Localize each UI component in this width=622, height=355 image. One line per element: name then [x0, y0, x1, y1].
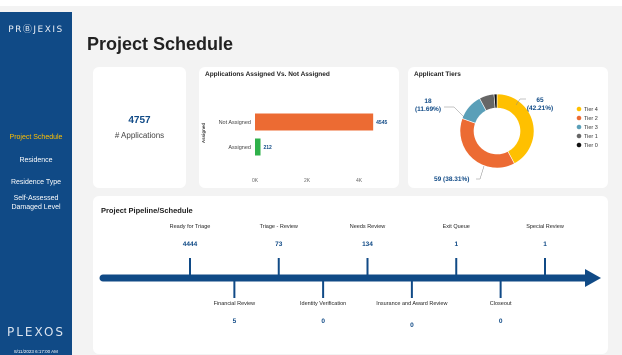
donut-data-label: 59 (38.31%): [434, 176, 469, 183]
plexos-logo: PLEXOS: [6, 325, 66, 339]
donut-data-label: (42.21%): [527, 105, 553, 112]
legend-marker: [576, 115, 582, 121]
legend-label: Tier 3: [584, 125, 598, 131]
leader-line: [444, 106, 465, 118]
stage-name: Triage - Review: [260, 224, 298, 230]
bar-y-axis-label: Assigned: [201, 123, 206, 144]
stage-count: 1: [454, 241, 458, 248]
nav-item-self-assessed-damaged-level[interactable]: Self-Assessed Damaged Level: [0, 194, 72, 212]
stage-name: Closeout: [490, 301, 512, 307]
donut-data-label: 65: [536, 97, 544, 104]
bar: [255, 113, 374, 131]
stage-count: 1: [543, 241, 547, 248]
stage-count: 73: [275, 241, 283, 248]
legend-label: Tier 0: [584, 143, 598, 149]
legend-marker: [576, 142, 582, 148]
stage-count: 0: [410, 322, 414, 329]
stage-name: Special Review: [526, 224, 564, 230]
stage-name: Identity Verification: [300, 301, 346, 307]
stage-count: 5: [233, 318, 237, 325]
bar-value-label: 212: [264, 145, 273, 151]
donut-data-label: 18: [424, 98, 432, 105]
pipeline-card: Project Pipeline/Schedule Ready for Tria…: [93, 196, 608, 354]
stage-count: 4444: [183, 241, 198, 248]
sidebar: PRⒷJEXIS Project Schedule Residence Resi…: [0, 12, 72, 355]
nav-item-project-schedule[interactable]: Project Schedule: [0, 133, 72, 142]
applications-label: # Applications: [114, 131, 165, 140]
app-frame: PRⒷJEXIS Project Schedule Residence Resi…: [0, 0, 622, 355]
bar-chart-card: Applications Assigned Vs. Not Assigned A…: [199, 67, 399, 188]
page-title: Project Schedule: [87, 34, 234, 54]
donut-data-label: (11.69%): [415, 106, 441, 113]
legend-marker: [576, 133, 582, 139]
bar-x-tick-label: 4K: [356, 178, 363, 184]
stage-name: Insurance and Award Review: [376, 301, 447, 307]
bar-value-label: 4545: [376, 120, 387, 126]
bar: [255, 138, 261, 156]
stage-count: 134: [362, 241, 373, 248]
bar-x-tick-label: 0K: [252, 178, 259, 184]
refresh-timestamp: 8/11/2023 6:17:00 AM: [14, 349, 58, 354]
stage-name: Financial Review: [214, 301, 256, 307]
donut-chart-card: Applicant Tiers 65 (42.21%) 59 (38.31%) 18(…: [408, 67, 608, 188]
donut-chart: 65(42.21%) 59 (38.31%) 18(11.69%) Tier 4 Tie…: [415, 93, 598, 183]
bar-category-label: Not Assigned: [219, 120, 251, 126]
legend-label: Tier 1: [584, 134, 598, 140]
stage-count: 0: [321, 318, 325, 325]
bar-x-tick-label: 2K: [304, 178, 311, 184]
nav-item-residence-type[interactable]: Residence Type: [0, 178, 72, 187]
nav-item-residence[interactable]: Residence: [0, 156, 72, 165]
legend-marker: [576, 124, 582, 130]
bar-category-label: Assigned: [228, 145, 251, 151]
bar-chart: Assigned Not Assigned 4545 Assigned 212 0K 2K 4…: [201, 113, 388, 184]
donut-slice: [459, 118, 515, 169]
timeline-arrowhead: [585, 269, 601, 287]
legend-label: Tier 2: [584, 116, 598, 122]
legend-label: Tier 4: [584, 107, 598, 113]
pipeline-timeline: Ready for Triage 4444 Financial Review 5 Tri…: [99, 224, 601, 329]
legend-marker: [576, 106, 582, 112]
stage-name: Needs Review: [350, 224, 385, 230]
stage-name: Ready for Triage: [170, 224, 211, 230]
applications-count: 4757: [128, 115, 151, 126]
leader-line: [476, 165, 485, 180]
projexis-logo: PRⒷJEXIS: [8, 25, 64, 35]
stage-count: 0: [499, 318, 503, 325]
kpi-card: 4757 # Applications: [93, 67, 186, 188]
stage-name: Exit Queue: [443, 224, 470, 230]
